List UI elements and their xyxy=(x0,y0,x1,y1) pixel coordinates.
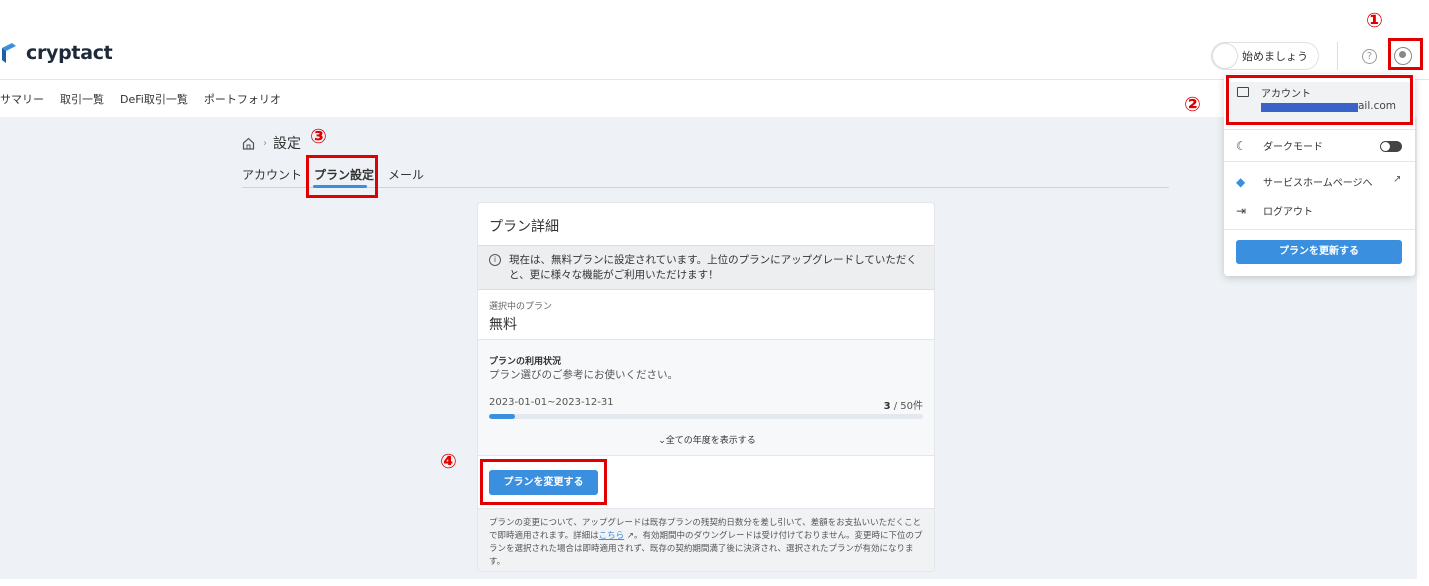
annotation-number-2: ② xyxy=(1184,92,1201,116)
nav-item-summary[interactable]: サマリー xyxy=(0,91,44,107)
usage-used: 3 xyxy=(883,401,891,412)
get-started-button[interactable]: 始めましょう xyxy=(1211,42,1319,70)
note-text: プランの変更について、アップグレードは既存プランの残契約日数分を差し引いて、差額… xyxy=(489,517,929,569)
dropdown-logout-item[interactable]: ⇥ ログアウト xyxy=(1236,203,1313,219)
usage-title: プランの利用状況 xyxy=(489,357,562,367)
app-header: cryptact 始めましょう ? xyxy=(0,0,1429,80)
dropdown-divider xyxy=(1224,229,1415,230)
usage-progress-fill xyxy=(489,414,516,419)
nav-item-defi-transactions[interactable]: DeFi取引一覧 xyxy=(120,91,188,107)
dropdown-divider xyxy=(1224,161,1415,162)
usage-count: 3 / 50件 xyxy=(884,397,923,412)
selected-plan-label: 選択中のプラン xyxy=(489,302,553,312)
tab-account[interactable]: アカウント xyxy=(242,166,302,183)
update-plan-button[interactable]: プランを更新する xyxy=(1236,240,1402,264)
card-title: プラン詳細 xyxy=(489,219,559,235)
usage-subtitle: プラン選びのご参考にお使いください。 xyxy=(489,369,678,381)
cryptact-logo-icon xyxy=(2,43,16,63)
logo[interactable]: cryptact xyxy=(0,42,113,64)
info-text: 現在は、無料プランに設定されています。上位のプランにアップグレードしていただくと… xyxy=(509,254,917,281)
plan-details-card: プラン詳細 i 現在は、無料プランに設定されています。上位のプランにアップグレー… xyxy=(477,202,935,572)
dropdown-divider xyxy=(1224,129,1415,130)
annotation-box-3 xyxy=(306,155,378,198)
cryptact-small-icon: ◆ xyxy=(1236,174,1246,189)
show-all-years-label: 全ての年度を表示する xyxy=(665,436,756,446)
scroll-gutter xyxy=(1417,117,1429,579)
nav-item-portfolio[interactable]: ポートフォリオ xyxy=(204,91,281,107)
annotation-box-1 xyxy=(1388,38,1423,70)
plan-usage-section: プランの利用状況 プラン選びのご参考にお使いください。 2023-01-01~2… xyxy=(478,340,934,456)
home-icon[interactable] xyxy=(242,137,255,150)
get-started-label: 始めましょう xyxy=(1242,50,1308,63)
info-banner: i 現在は、無料プランに設定されています。上位のプランにアップグレードしていただ… xyxy=(478,245,934,290)
selected-plan-value: 無料 xyxy=(489,317,517,333)
breadcrumb-current: 設定 xyxy=(273,136,301,152)
logout-label: ログアウト xyxy=(1263,207,1313,218)
breadcrumb: › 設定 xyxy=(242,133,301,153)
usage-date-range: 2023-01-01~2023-12-31 xyxy=(489,397,614,408)
main-nav: サマリー 取引一覧 DeFi取引一覧 ポートフォリオ xyxy=(0,81,1429,117)
usage-limit: / 50件 xyxy=(890,401,923,412)
tab-email[interactable]: メール xyxy=(388,166,424,183)
info-icon: i xyxy=(489,254,501,266)
dark-mode-toggle[interactable] xyxy=(1380,141,1402,152)
logout-icon: ⇥ xyxy=(1236,203,1247,218)
annotation-box-2 xyxy=(1226,75,1413,125)
annotation-number-1: ① xyxy=(1366,8,1383,32)
details-link[interactable]: こちら xyxy=(599,531,625,541)
nav-item-transactions[interactable]: 取引一覧 xyxy=(60,91,104,107)
selected-plan-section: 選択中のプラン 無料 xyxy=(478,290,934,340)
progress-circle-icon xyxy=(1212,43,1238,69)
dark-mode-label: ダークモード xyxy=(1263,142,1323,153)
service-home-label: サービスホームページへ xyxy=(1263,178,1373,189)
external-link-icon: ↗ xyxy=(624,531,634,541)
annotation-number-4: ④ xyxy=(440,449,457,473)
dropdown-service-home-item[interactable]: ◆ サービスホームページへ xyxy=(1236,174,1373,190)
header-divider xyxy=(1337,42,1338,70)
brand-name: cryptact xyxy=(26,42,113,64)
show-all-years-link[interactable]: ⌄全ての年度を表示する xyxy=(478,433,934,446)
moon-icon: ☾ xyxy=(1236,138,1247,153)
annotation-box-4 xyxy=(480,459,607,505)
breadcrumb-separator: › xyxy=(263,137,267,149)
help-icon[interactable]: ? xyxy=(1362,49,1377,64)
plan-change-note: プランの変更について、アップグレードは既存プランの残契約日数分を差し引いて、差額… xyxy=(478,508,934,571)
settings-tabs: アカウント プラン設定 メール xyxy=(242,164,1169,188)
usage-progress-track xyxy=(489,414,923,419)
dropdown-dark-mode-item[interactable]: ☾ ダークモード xyxy=(1236,138,1323,154)
external-link-icon: ↗ xyxy=(1393,174,1402,185)
annotation-number-3: ③ xyxy=(310,124,327,148)
